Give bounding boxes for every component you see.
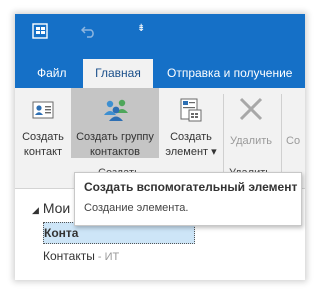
undo-icon[interactable] (81, 24, 97, 38)
delete-label: Удалить (230, 135, 272, 147)
new-group-label-2: контактов (90, 146, 140, 158)
my-contacts-label: Мои (42, 200, 71, 216)
tooltip-description: Создание элемента. (84, 202, 189, 214)
delete-x-icon (239, 97, 263, 121)
tab-send-receive[interactable]: Отправка и получение (167, 59, 292, 88)
contact-card-icon (32, 101, 54, 119)
extra-ribbon-button[interactable]: Со (286, 88, 305, 158)
new-group-label-1: Создать группу (76, 131, 154, 143)
extra-ribbon-label: Со (286, 135, 301, 147)
tab-file[interactable]: Файл (37, 59, 67, 88)
group-separator (223, 94, 224, 182)
new-contact-group-button[interactable]: Создать группу контактов (71, 88, 159, 158)
customize-qat-icon[interactable]: ⇟ (137, 23, 147, 35)
tooltip-title: Создать вспомогательный элемент (84, 180, 298, 194)
nav-item-contacts[interactable]: Контакты - ИТ (43, 249, 119, 263)
contacts-suffix: - ИТ (94, 251, 120, 263)
outlook-app-icon[interactable] (32, 22, 50, 40)
my-contacts-header[interactable]: ◢ Мои (32, 200, 70, 216)
contact-group-icon (104, 99, 128, 121)
tab-home[interactable]: Главная (83, 59, 153, 88)
outlook-window: ⇟ Файл Главная Отправка и получение Созд… (15, 14, 305, 280)
contacts-label: Контакты (43, 249, 95, 263)
new-items-icon (180, 98, 202, 122)
collapse-arrow-icon[interactable]: ◢ (32, 205, 39, 215)
new-items-label-2: элемент ▾ (165, 146, 217, 158)
title-bar: ⇟ (15, 14, 305, 50)
new-contact-label-2: контакт (23, 146, 63, 158)
new-items-button[interactable]: Создать элемент ▾ (159, 88, 223, 158)
new-items-label-1: Создать (170, 131, 212, 143)
group-separator (281, 94, 282, 182)
delete-button[interactable]: Удалить (225, 88, 277, 158)
new-contact-label-1: Создать (22, 131, 64, 143)
nav-item-selected-label: Конта (44, 226, 79, 240)
ribbon-tabs: Файл Главная Отправка и получение (15, 50, 305, 88)
new-contact-button[interactable]: Создать контакт (15, 88, 71, 158)
tooltip: Создать вспомогательный элемент Создание… (74, 172, 302, 226)
